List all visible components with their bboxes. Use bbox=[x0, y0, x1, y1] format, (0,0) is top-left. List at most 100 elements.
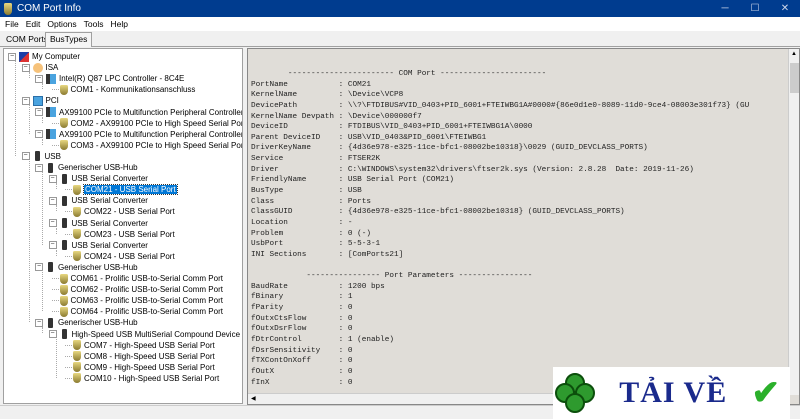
tree-item[interactable]: COM23 - USB Serial Port bbox=[65, 229, 175, 240]
title-bar: COM Port Info ─ ☐ ✕ bbox=[0, 0, 800, 17]
tree-item[interactable]: COM21 - USB Serial Port bbox=[65, 184, 178, 196]
info-line: Location : - bbox=[251, 218, 353, 227]
info-line: KernelName Devpath : \Device\000000f7 bbox=[251, 112, 422, 121]
tree-item-label: AX99100 PCIe to Multifunction Peripheral… bbox=[59, 129, 243, 139]
scroll-up-icon[interactable]: ▲ bbox=[791, 51, 797, 57]
collapse-toggle-icon[interactable]: − bbox=[35, 74, 43, 83]
tree-connector bbox=[51, 278, 59, 279]
tree-item[interactable]: COM22 - USB Serial Port bbox=[65, 206, 175, 217]
tree-item[interactable]: − Intel(R) Q87 LPC Controller - 8C4E bbox=[35, 73, 184, 84]
maximize-button[interactable]: ☐ bbox=[740, 0, 770, 17]
tree-connector bbox=[28, 105, 30, 134]
tree-item[interactable]: COM64 - Prolific USB-to-Serial Comm Port bbox=[51, 306, 223, 317]
menu-edit[interactable]: Edit bbox=[26, 19, 41, 29]
collapse-toggle-icon[interactable]: − bbox=[35, 263, 43, 272]
close-button[interactable]: ✕ bbox=[770, 0, 800, 17]
tree-item[interactable]: COM9 - High-Speed USB Serial Port bbox=[65, 362, 215, 373]
bus-icon bbox=[32, 95, 43, 106]
tree-connector bbox=[55, 205, 57, 212]
collapse-toggle-icon[interactable]: − bbox=[35, 130, 43, 139]
tree-item[interactable]: COM3 - AX99100 PCIe to High Speed Serial… bbox=[51, 140, 242, 151]
port-icon bbox=[73, 184, 81, 195]
info-line: fOutxCtsFlow : 0 bbox=[251, 314, 353, 323]
tree-item[interactable]: − USB Serial Converter bbox=[48, 195, 148, 206]
collapse-toggle-icon[interactable]: − bbox=[21, 63, 30, 72]
menu-file[interactable]: File bbox=[5, 19, 19, 29]
port-icon bbox=[73, 373, 81, 384]
collapse-toggle-icon[interactable]: − bbox=[48, 174, 57, 183]
vertical-scrollbar[interactable]: ▲ bbox=[788, 49, 799, 395]
collapse-toggle-icon[interactable]: − bbox=[8, 52, 16, 61]
tree-connector bbox=[65, 211, 72, 213]
tree-item[interactable]: − USB bbox=[21, 151, 61, 162]
tree-item-label: USB Serial Converter bbox=[71, 196, 148, 206]
menu-help[interactable]: Help bbox=[111, 19, 128, 29]
collapse-toggle-icon[interactable]: − bbox=[48, 241, 57, 250]
tree-item[interactable]: − Generischer USB-Hub bbox=[35, 262, 138, 273]
tree-item[interactable]: − AX99100 PCIe to Multifunction Periphera… bbox=[35, 107, 242, 118]
controller-icon bbox=[46, 107, 56, 117]
tree-item[interactable]: − ISA bbox=[21, 62, 58, 73]
tree-connector bbox=[42, 271, 43, 312]
collapse-toggle-icon[interactable]: − bbox=[21, 96, 30, 105]
info-line: Service : FTSER2K bbox=[251, 155, 381, 164]
tree-item[interactable]: − Generischer USB-Hub bbox=[35, 162, 138, 173]
tree-item-label: Generischer USB-Hub bbox=[58, 318, 138, 328]
menu-tools[interactable]: Tools bbox=[84, 19, 104, 29]
collapse-toggle-icon[interactable]: − bbox=[21, 152, 30, 161]
tree-connector bbox=[51, 311, 59, 313]
tree-item[interactable]: − High-Speed USB MultiSerial Compound Dev… bbox=[48, 329, 240, 340]
tree-connector bbox=[65, 233, 72, 235]
tree-item[interactable]: − USB Serial Converter bbox=[48, 218, 148, 229]
tree-item[interactable]: − USB Serial Converter bbox=[48, 173, 148, 184]
scroll-thumb[interactable] bbox=[790, 63, 799, 93]
tree-item[interactable]: − My Computer bbox=[8, 51, 80, 62]
collapse-toggle-icon[interactable]: − bbox=[35, 108, 43, 116]
tree-connector bbox=[65, 377, 72, 379]
usb-icon bbox=[61, 240, 67, 251]
bus-tree[interactable]: − My Computer − ISA − Intel(R) Q87 LPC Contro… bbox=[3, 48, 243, 404]
info-line: fParity : 0 bbox=[251, 304, 353, 313]
tree-connector bbox=[51, 122, 59, 124]
tree-item[interactable]: COM62 - Prolific USB-to-Serial Comm Port bbox=[51, 284, 223, 295]
info-line: Class : Ports bbox=[251, 197, 371, 206]
tree-connector bbox=[65, 255, 72, 257]
tree-item[interactable]: COM10 - High-Speed USB Serial Port bbox=[65, 373, 219, 384]
menu-options[interactable]: Options bbox=[47, 19, 76, 29]
collapse-toggle-icon[interactable]: − bbox=[48, 219, 57, 227]
scroll-left-icon[interactable]: ◀ bbox=[251, 395, 256, 402]
minimize-button[interactable]: ─ bbox=[710, 0, 740, 17]
port-icon bbox=[59, 118, 68, 129]
tree-connector bbox=[65, 344, 72, 346]
tree-item-label: USB bbox=[44, 151, 61, 161]
usb-icon bbox=[61, 195, 67, 206]
tree-item[interactable]: COM8 - High-Speed USB Serial Port bbox=[65, 351, 215, 362]
tree-connector bbox=[15, 61, 16, 156]
tree-item[interactable]: − USB Serial Converter bbox=[48, 240, 148, 251]
tree-connector bbox=[51, 89, 59, 91]
tree-item[interactable]: − AX99100 PCIe to Multifunction Periphera… bbox=[35, 129, 243, 140]
port-info-text: ----------------------- COM Port -------… bbox=[251, 69, 749, 388]
tree-item[interactable]: − PCI bbox=[21, 95, 59, 106]
tree-connector bbox=[51, 300, 59, 302]
tab-bustypes[interactable]: BusTypes bbox=[45, 32, 93, 47]
tree-item[interactable]: COM61 - Prolific USB-to-Serial Comm Port bbox=[51, 273, 223, 284]
window-title: COM Port Info bbox=[17, 3, 81, 14]
tree-connector bbox=[55, 338, 57, 378]
port-icon bbox=[73, 362, 81, 373]
info-line: DriverKeyName : {4d36e978-e325-11ce-bfc1… bbox=[251, 144, 648, 153]
tree-item-label: PCI bbox=[45, 96, 59, 106]
port-icon bbox=[73, 251, 81, 262]
collapse-toggle-icon[interactable]: − bbox=[48, 196, 57, 205]
tree-item[interactable]: COM7 - High-Speed USB Serial Port bbox=[65, 340, 215, 351]
tree-item[interactable]: COM2 - AX99100 PCIe to High Speed Serial… bbox=[51, 118, 242, 129]
collapse-toggle-icon[interactable]: − bbox=[35, 163, 43, 172]
tree-item[interactable]: COM63 - Prolific USB-to-Serial Comm Port bbox=[51, 295, 223, 306]
tree-item-label: COM62 - Prolific USB-to-Serial Comm Port bbox=[70, 285, 223, 295]
collapse-toggle-icon[interactable]: − bbox=[35, 318, 43, 327]
collapse-toggle-icon[interactable]: − bbox=[48, 330, 57, 338]
tree-item[interactable]: COM1 - Kommunikationsanschluss bbox=[51, 84, 195, 95]
tree-item[interactable]: − Generischer USB-Hub bbox=[35, 317, 138, 328]
tree-item[interactable]: COM24 - USB Serial Port bbox=[65, 251, 175, 262]
tree-item-label: COM24 - USB Serial Port bbox=[84, 251, 175, 261]
